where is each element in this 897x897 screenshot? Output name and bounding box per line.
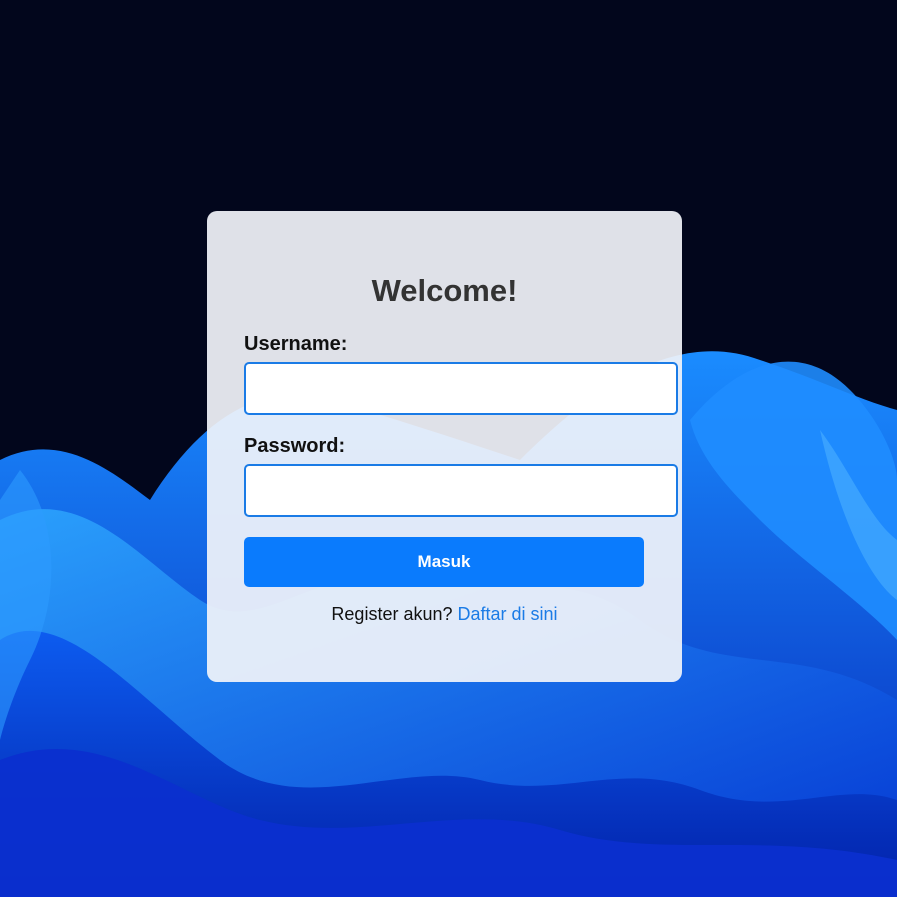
username-input[interactable] [244, 362, 678, 415]
register-link[interactable]: Daftar di sini [458, 604, 558, 624]
username-label: Username: [244, 333, 348, 355]
submit-button[interactable]: Masuk [244, 537, 644, 587]
login-card: Welcome! Username: Password: Masuk Regis… [207, 211, 682, 682]
register-row: Register akun? Daftar di sini [207, 604, 682, 625]
register-prompt: Register akun? [331, 604, 453, 624]
password-label: Password: [244, 435, 346, 457]
login-page: Welcome! Username: Password: Masuk Regis… [0, 0, 897, 897]
password-input[interactable] [244, 464, 678, 517]
welcome-title: Welcome! [371, 273, 518, 308]
